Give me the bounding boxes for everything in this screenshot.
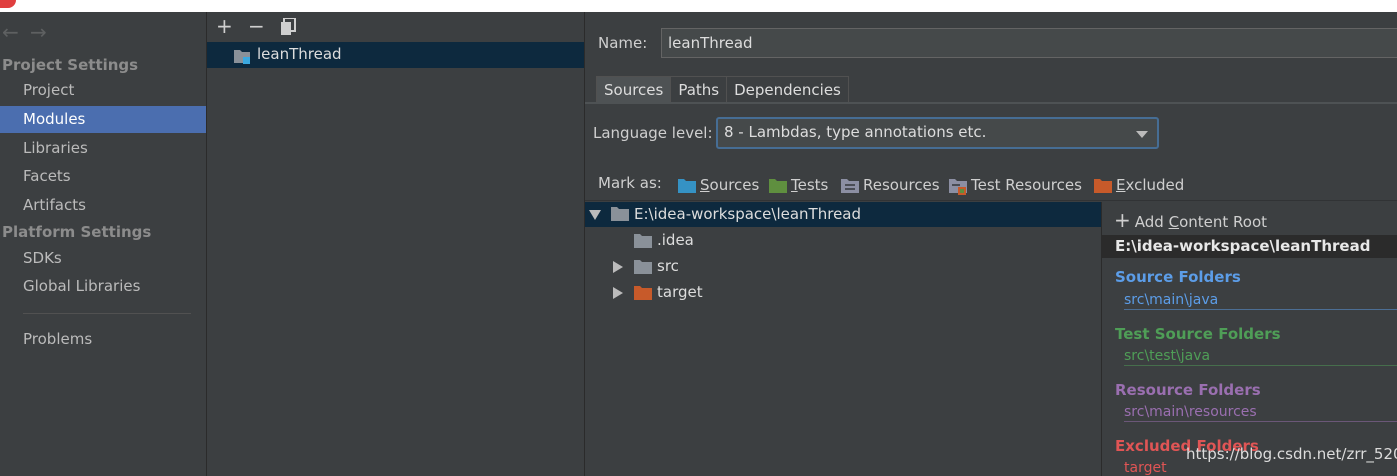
test-resources-folder-icon bbox=[949, 179, 967, 199]
arrow-right-icon[interactable]: → bbox=[30, 20, 47, 44]
tree-item-target[interactable]: target bbox=[585, 280, 1065, 305]
sidebar-item-global-libraries[interactable]: Global Libraries bbox=[0, 273, 206, 300]
remove-module-button[interactable]: − bbox=[248, 14, 265, 38]
test-folder-underline bbox=[1124, 365, 1397, 366]
name-label: Name: bbox=[598, 34, 648, 52]
resource-folder-path[interactable]: src\main\resources bbox=[1124, 404, 1257, 420]
source-folder-underline bbox=[1124, 309, 1397, 310]
module-folder-icon bbox=[234, 49, 252, 69]
module-settings-pane: Name: Sources Paths Dependencies Languag… bbox=[585, 12, 1397, 476]
resources-folder-icon bbox=[841, 179, 859, 197]
sidebar-item-problems[interactable]: Problems bbox=[0, 326, 206, 353]
tests-folder-icon bbox=[769, 179, 787, 197]
tree-item-idea[interactable]: .idea bbox=[585, 228, 1065, 253]
mark-as-divider bbox=[585, 200, 1397, 201]
tree-item-label: target bbox=[657, 283, 703, 301]
mark-as-label: Mark as: bbox=[598, 174, 662, 192]
resource-folders-title: Resource Folders bbox=[1115, 381, 1261, 399]
sidebar-item-sdks[interactable]: SDKs bbox=[0, 245, 206, 272]
target-folder-icon bbox=[634, 286, 652, 304]
sources-folder-icon bbox=[678, 179, 696, 197]
test-folder-path[interactable]: src\test\java bbox=[1124, 348, 1210, 364]
tree-root-label: E:\idea-workspace\leanThread bbox=[634, 205, 862, 223]
copy-icon[interactable] bbox=[280, 17, 296, 41]
src-folder-icon bbox=[634, 260, 652, 278]
plus-icon: + bbox=[1114, 208, 1131, 232]
sidebar-item-modules[interactable]: Modules bbox=[0, 106, 206, 133]
sidebar-item-project[interactable]: Project bbox=[0, 77, 206, 104]
tab-sources[interactable]: Sources bbox=[596, 76, 672, 102]
tree-collapse-icon[interactable] bbox=[613, 261, 623, 273]
excluded-folder-icon bbox=[1094, 179, 1112, 197]
tree-root-row[interactable]: E:\idea-workspace\leanThread bbox=[585, 202, 1101, 227]
name-input[interactable] bbox=[661, 28, 1397, 58]
test-folders-title: Test Source Folders bbox=[1115, 325, 1281, 343]
tree-item-src[interactable]: src bbox=[585, 254, 1065, 279]
module-toolbar: + − bbox=[207, 12, 585, 42]
platform-settings-title: Platform Settings bbox=[2, 223, 152, 241]
source-folder-path[interactable]: src\main\java bbox=[1124, 292, 1218, 308]
tab-underline bbox=[585, 102, 1397, 104]
language-level-label: Language level: bbox=[593, 124, 713, 142]
language-level-value: 8 - Lambdas, type annotations etc. bbox=[724, 123, 987, 141]
idea-folder-icon bbox=[634, 234, 652, 252]
watermark: https://blog.csdn.net/zrr_520 bbox=[1186, 445, 1397, 463]
sidebar-item-facets[interactable]: Facets bbox=[0, 163, 206, 190]
tree-expand-icon[interactable] bbox=[589, 210, 601, 220]
module-list-pane: + − leanThread bbox=[207, 12, 585, 476]
window-top-strip bbox=[0, 0, 1397, 12]
content-root-panel: + Add Content Root E:\idea-workspace\lean… bbox=[1101, 202, 1397, 476]
tab-paths[interactable]: Paths bbox=[670, 76, 728, 102]
language-level-select[interactable]: 8 - Lambdas, type annotations etc. bbox=[716, 117, 1159, 149]
app-logo-icon bbox=[0, 0, 16, 8]
excluded-folder-path[interactable]: target bbox=[1124, 460, 1167, 476]
tree-collapse-icon[interactable] bbox=[613, 287, 623, 299]
tab-dependencies[interactable]: Dependencies bbox=[726, 76, 849, 102]
module-row[interactable]: leanThread bbox=[207, 42, 584, 68]
chevron-down-icon bbox=[1136, 131, 1148, 138]
tree-item-label: .idea bbox=[657, 231, 694, 249]
add-content-root-button[interactable]: + Add Content Root bbox=[1114, 208, 1267, 232]
content-root-path: E:\idea-workspace\leanThread bbox=[1102, 235, 1397, 258]
add-module-button[interactable]: + bbox=[216, 14, 233, 38]
sidebar-divider bbox=[23, 313, 191, 314]
resource-folder-underline bbox=[1124, 421, 1397, 422]
source-folders-title: Source Folders bbox=[1115, 268, 1241, 286]
sidebar-item-libraries[interactable]: Libraries bbox=[0, 135, 206, 162]
module-label: leanThread bbox=[257, 45, 342, 63]
settings-sidebar: ← → Project Settings Project Modules Lib… bbox=[0, 12, 207, 476]
sidebar-item-artifacts[interactable]: Artifacts bbox=[0, 192, 206, 219]
arrow-left-icon[interactable]: ← bbox=[2, 20, 19, 44]
tree-item-label: src bbox=[657, 257, 679, 275]
root-folder-icon bbox=[611, 207, 629, 225]
project-settings-title: Project Settings bbox=[2, 56, 139, 74]
module-tabs: Sources Paths Dependencies bbox=[596, 76, 849, 102]
